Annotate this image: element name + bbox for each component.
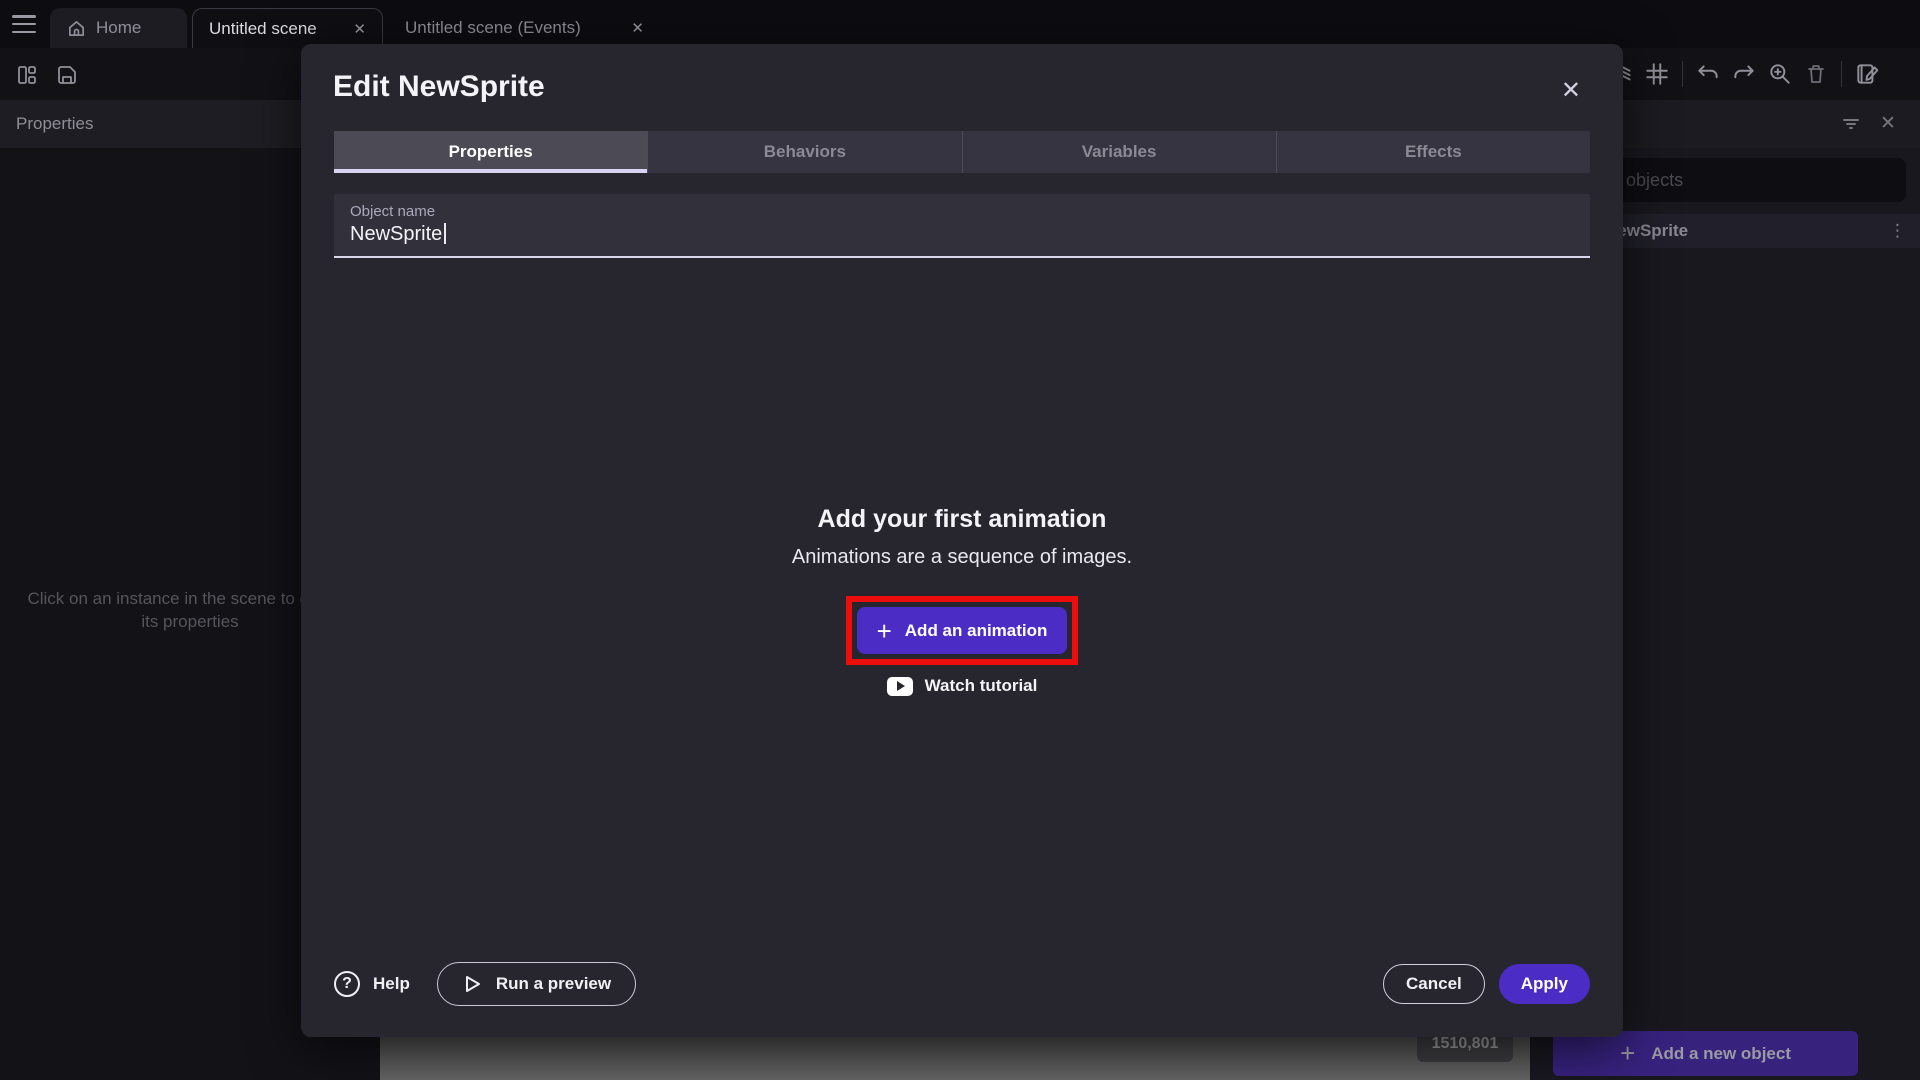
zoom-in-icon[interactable]: [1765, 59, 1795, 89]
close-panel-icon[interactable]: ✕: [1880, 112, 1896, 134]
animations-empty-state: Add your first animation Animations are …: [301, 505, 1623, 696]
tab-label: Home: [96, 18, 141, 38]
active-tab-underline: [334, 169, 647, 173]
tab-variables[interactable]: Variables: [962, 131, 1276, 173]
object-name-field[interactable]: Object name NewSprite: [334, 194, 1590, 258]
hamburger-menu-icon[interactable]: [12, 15, 36, 33]
tab-bar: Home Untitled scene ✕ Untitled scene (Ev…: [0, 0, 1920, 48]
help-button[interactable]: ? Help: [334, 971, 410, 997]
tab-label: Untitled scene: [209, 19, 317, 39]
text-cursor: [444, 223, 446, 244]
filter-icon[interactable]: [1840, 114, 1862, 139]
trash-icon[interactable]: [1801, 59, 1831, 89]
tab-untitled-scene-events[interactable]: Untitled scene (Events) ✕: [389, 8, 660, 48]
add-new-object-button[interactable]: + Add a new object: [1553, 1031, 1858, 1076]
tab-properties[interactable]: Properties: [334, 131, 647, 173]
play-icon: [462, 974, 482, 994]
highlight-annotation: + Add an animation: [846, 596, 1078, 665]
apply-button[interactable]: Apply: [1499, 964, 1590, 1004]
empty-state-title: Add your first animation: [818, 505, 1107, 534]
object-name-value: NewSprite: [350, 223, 442, 245]
object-name-label: Object name: [350, 203, 1574, 220]
tab-effects[interactable]: Effects: [1276, 131, 1590, 173]
toolbar-separator: [1841, 61, 1842, 87]
undo-icon[interactable]: [1693, 59, 1723, 89]
run-preview-button[interactable]: Run a preview: [437, 962, 636, 1006]
panel-title: Properties: [16, 114, 93, 134]
toolbar-separator: [1682, 61, 1683, 87]
close-tab-icon[interactable]: ✕: [353, 20, 366, 38]
dialog-tabs: Properties Behaviors Variables Effects: [334, 131, 1590, 173]
home-icon: [66, 18, 86, 38]
plus-icon: +: [877, 618, 892, 644]
cancel-button[interactable]: Cancel: [1383, 964, 1485, 1004]
tab-label: Untitled scene (Events): [405, 18, 581, 38]
tab-untitled-scene[interactable]: Untitled scene ✕: [192, 8, 383, 48]
kebab-menu-icon[interactable]: ⋮: [1889, 221, 1906, 241]
watch-tutorial-link[interactable]: Watch tutorial: [887, 676, 1038, 696]
plus-icon: +: [1620, 1038, 1635, 1069]
help-icon: ?: [334, 971, 360, 997]
youtube-icon: [887, 677, 913, 696]
dialog-title: Edit NewSprite: [333, 70, 545, 104]
close-dialog-icon[interactable]: ✕: [1561, 76, 1581, 104]
panels-icon[interactable]: [12, 60, 42, 90]
gdevelop-app: Home Untitled scene ✕ Untitled scene (Ev…: [0, 0, 1920, 1080]
close-tab-icon[interactable]: ✕: [631, 19, 644, 37]
add-animation-button[interactable]: + Add an animation: [857, 607, 1067, 654]
edit-scene-icon[interactable]: [1852, 59, 1882, 89]
redo-icon[interactable]: [1729, 59, 1759, 89]
grid-icon[interactable]: [1642, 59, 1672, 89]
tab-home[interactable]: Home: [50, 8, 187, 48]
edit-object-dialog: Edit NewSprite ✕ Properties Behaviors Va…: [301, 44, 1623, 1037]
empty-state-subtitle: Animations are a sequence of images.: [792, 546, 1132, 569]
tab-behaviors[interactable]: Behaviors: [647, 131, 961, 173]
save-icon[interactable]: [52, 60, 82, 90]
dialog-footer: ? Help Run a preview Cancel Apply: [334, 961, 1590, 1007]
